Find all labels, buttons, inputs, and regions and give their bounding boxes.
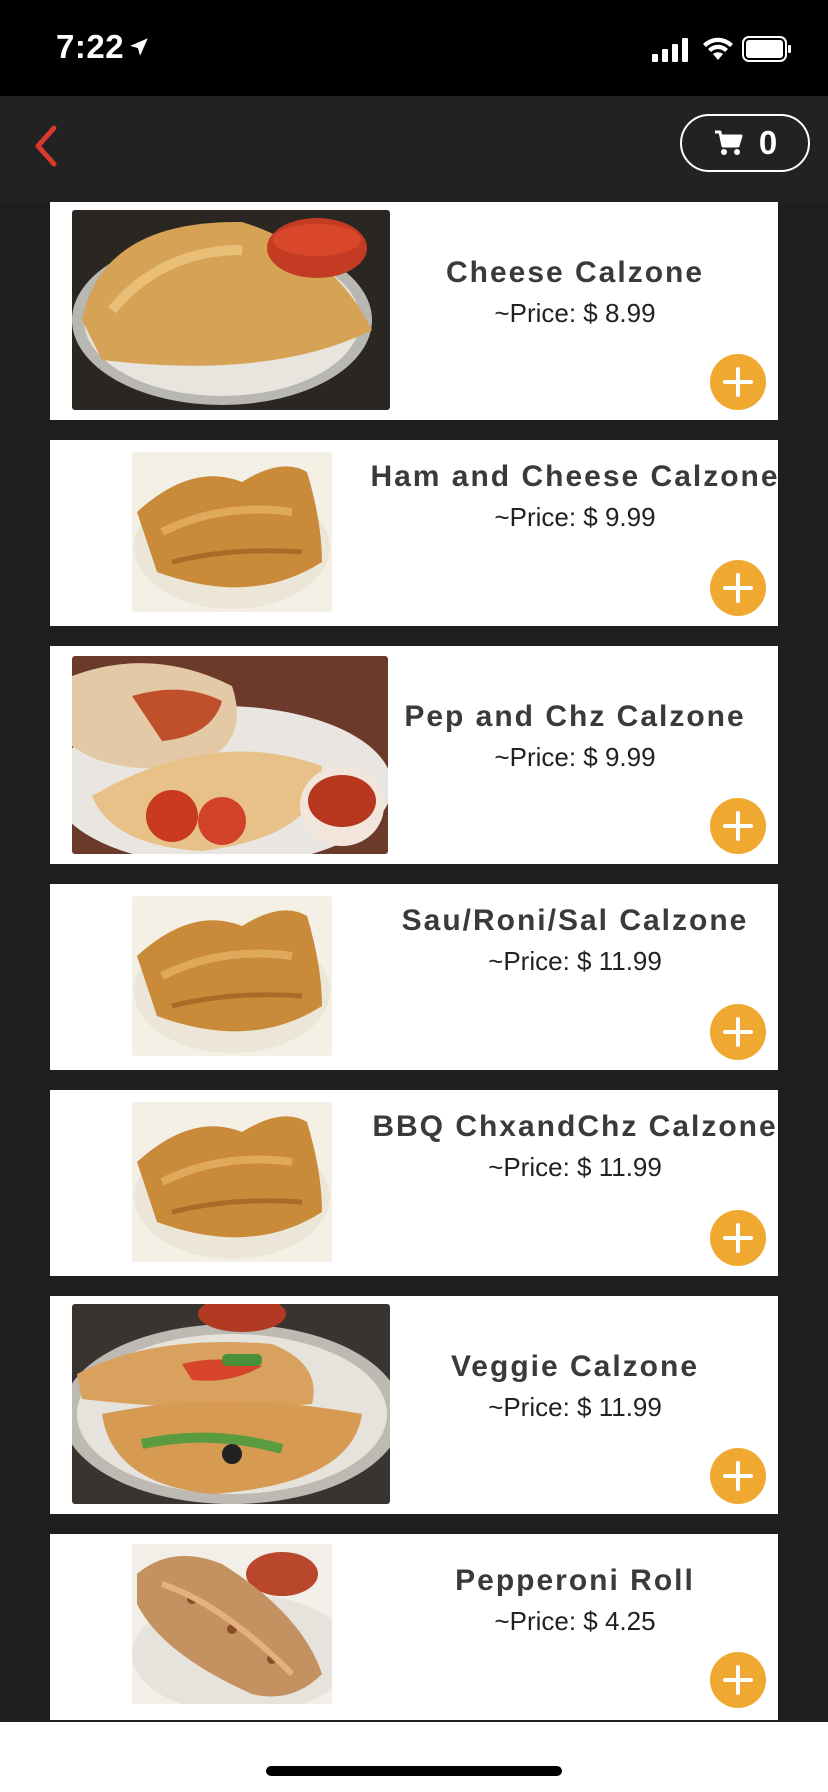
item-info: Veggie Calzone ~Price: $ 11.99 (340, 1348, 810, 1423)
menu-item-card: BBQ ChxandChz Calzone ~Price: $ 11.99 (50, 1090, 778, 1276)
home-indicator-area (0, 1722, 828, 1792)
item-price: ~Price: $ 8.99 (494, 298, 656, 328)
cart-count: 0 (758, 124, 778, 161)
item-name: Sau/Roni/Sal Calzone (401, 904, 749, 937)
cart-icon (714, 130, 743, 155)
add-to-cart-button[interactable] (710, 1448, 766, 1504)
cart-button[interactable]: 0 (680, 114, 810, 172)
item-name: Veggie Calzone (450, 1350, 700, 1383)
signal-icon (652, 38, 688, 62)
item-name: Pep and Chz Calzone (404, 700, 746, 733)
item-image (132, 1544, 332, 1704)
item-price: ~Price: $ 9.99 (494, 502, 656, 532)
add-to-cart-button[interactable] (710, 1652, 766, 1708)
item-info: BBQ ChxandChz Calzone ~Price: $ 11.99 (340, 1108, 810, 1183)
item-name: BBQ ChxandChz Calzone (372, 1110, 778, 1143)
item-info: Sau/Roni/Sal Calzone ~Price: $ 11.99 (340, 902, 810, 977)
back-button[interactable] (24, 118, 72, 174)
chevron-left-icon (35, 125, 57, 167)
item-info: Pep and Chz Calzone ~Price: $ 9.99 (340, 698, 810, 773)
add-to-cart-button[interactable] (710, 354, 766, 410)
item-info: Pepperoni Roll ~Price: $ 4.25 (340, 1562, 810, 1637)
location-arrow-icon (130, 38, 148, 56)
wifi-icon (703, 37, 733, 60)
add-to-cart-button[interactable] (710, 798, 766, 854)
item-image (132, 1102, 332, 1262)
add-to-cart-button[interactable] (710, 560, 766, 616)
item-name: Pepperoni Roll (455, 1564, 695, 1597)
menu-item-card: Sau/Roni/Sal Calzone ~Price: $ 11.99 (50, 884, 778, 1070)
item-image (132, 452, 332, 612)
home-indicator[interactable] (266, 1766, 562, 1776)
menu-item-card: Pep and Chz Calzone ~Price: $ 9.99 (50, 646, 778, 864)
item-price: ~Price: $ 11.99 (488, 946, 662, 976)
item-info: Ham and Cheese Calzone ~Price: $ 9.99 (340, 458, 810, 533)
add-to-cart-button[interactable] (710, 1004, 766, 1060)
battery-icon (742, 36, 791, 62)
menu-item-card: Pepperoni Roll ~Price: $ 4.25 (50, 1534, 778, 1720)
item-price: ~Price: $ 9.99 (494, 742, 656, 772)
item-price: ~Price: $ 11.99 (488, 1152, 662, 1182)
status-time: 7:22 (56, 28, 125, 65)
menu-item-card: Cheese Calzone ~Price: $ 8.99 (50, 202, 778, 420)
item-name: Ham and Cheese Calzone (370, 460, 780, 493)
item-name: Cheese Calzone (445, 256, 705, 289)
item-image (132, 896, 332, 1056)
item-info: Cheese Calzone ~Price: $ 8.99 (340, 254, 810, 329)
status-bar: 7:22 (0, 0, 828, 96)
nav-bar: 0 (0, 96, 828, 202)
menu-list[interactable]: Cheese Calzone ~Price: $ 8.99 Ham and Ch… (0, 202, 828, 1722)
add-to-cart-button[interactable] (710, 1210, 766, 1266)
menu-item-card: Veggie Calzone ~Price: $ 11.99 (50, 1296, 778, 1514)
menu-item-card: Ham and Cheese Calzone ~Price: $ 9.99 (50, 440, 778, 626)
item-price: ~Price: $ 4.25 (494, 1606, 656, 1636)
item-price: ~Price: $ 11.99 (488, 1392, 662, 1422)
